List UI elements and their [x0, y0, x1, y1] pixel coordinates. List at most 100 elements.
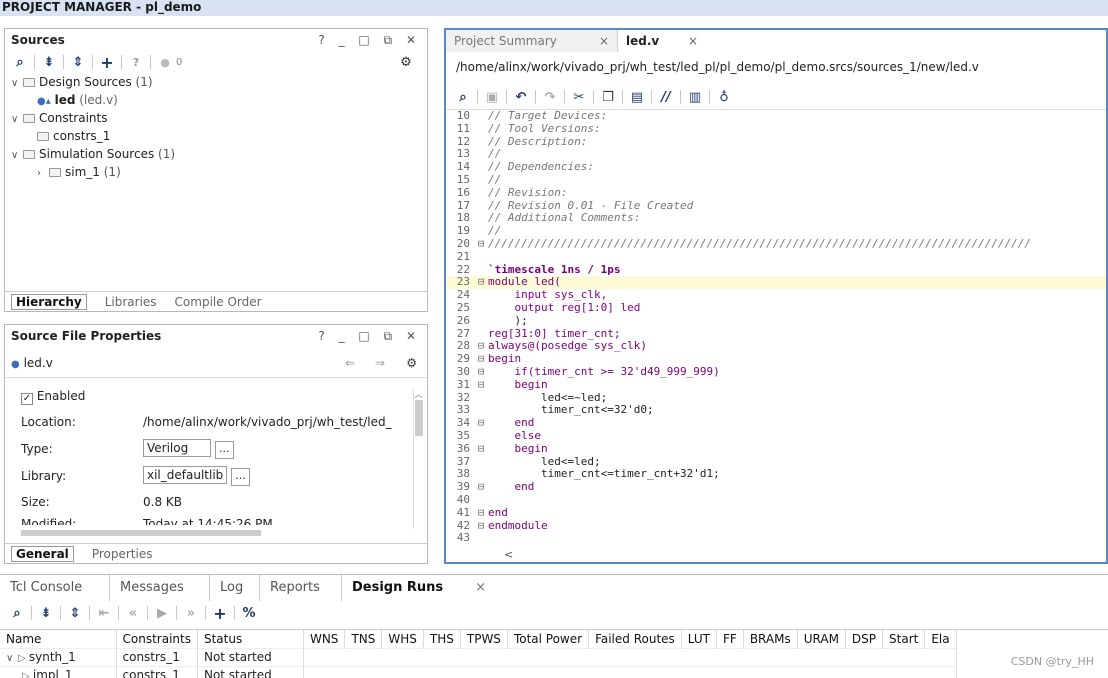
table-row[interactable]: ▷ impl_1 constrs_1 Not started — [0, 665, 957, 678]
close-icon[interactable]: × — [688, 30, 698, 52]
add-icon[interactable]: + — [209, 603, 231, 623]
chevron-down-icon[interactable]: ∨ — [11, 147, 23, 165]
code-line[interactable]: 18// Additional Comments: — [446, 211, 1106, 225]
run-name-cell[interactable]: ▷ impl_1 — [0, 665, 117, 678]
hscroll-thumb[interactable] — [21, 530, 261, 536]
code-line[interactable]: 39 ⊟ end — [446, 480, 1106, 494]
enabled-checkbox[interactable]: ✓ — [21, 393, 33, 405]
column-header[interactable]: Failed Routes — [588, 630, 682, 648]
columns-icon[interactable]: ▥ — [684, 87, 706, 107]
column-header[interactable]: WNS — [303, 630, 346, 648]
column-header[interactable]: TPWS — [460, 630, 508, 648]
expand-all-icon[interactable]: ⇕ — [64, 603, 86, 623]
tab-compile-order[interactable]: Compile Order — [175, 295, 262, 309]
redo-icon[interactable]: ↷ — [539, 87, 561, 107]
paste-icon[interactable]: ▤ — [626, 87, 648, 107]
tab-project-summary[interactable]: Project Summary × — [446, 30, 618, 52]
tab-messages[interactable]: Messages — [112, 575, 210, 601]
close-icon[interactable]: × — [599, 30, 609, 52]
tab-design-runs[interactable]: Design Runs × — [344, 575, 494, 601]
tree-item-sim-1[interactable]: › sim_1 (1) — [11, 163, 427, 181]
collapse-all-icon[interactable]: ⇟ — [38, 52, 60, 72]
column-header[interactable]: Start — [882, 630, 926, 648]
fold-icon[interactable]: ⊟ — [474, 506, 488, 520]
cut-icon[interactable]: ✂ — [568, 87, 590, 107]
column-header[interactable]: Total Power — [507, 630, 590, 648]
search-icon[interactable]: ⌕ — [6, 603, 28, 623]
undo-icon[interactable]: ↶ — [510, 87, 532, 107]
sfp-horizontal-scrollbar[interactable] — [11, 529, 413, 537]
tab-reports[interactable]: Reports — [262, 575, 342, 601]
tree-item-led[interactable]: ●▴ led (led.v) — [11, 91, 427, 109]
type-value[interactable]: Verilog — [143, 439, 211, 457]
save-icon[interactable]: ▣ — [481, 87, 503, 107]
code-line[interactable]: 12// Description: — [446, 135, 1106, 149]
help-icon[interactable]: ? — [125, 52, 147, 72]
tree-item-constraints[interactable]: ∨ Constraints — [11, 109, 427, 127]
column-header[interactable]: LUT — [681, 630, 718, 648]
previous-icon[interactable]: « — [122, 603, 144, 623]
code-line[interactable]: 34 ⊟ end — [446, 416, 1106, 430]
tree-item-simulation-sources[interactable]: ∨ Simulation Sources (1) — [11, 145, 427, 163]
column-header[interactable]: Status — [197, 630, 304, 648]
code-area[interactable]: 10// Target Devices: 11// Tool Versions: 1… — [446, 110, 1106, 550]
code-line[interactable]: 28 ⊟ always@(posedge sys_clk) — [446, 339, 1106, 353]
back-arrow-icon[interactable]: ⇐ — [345, 353, 355, 373]
gear-icon[interactable]: ⚙ — [406, 353, 417, 373]
first-icon[interactable]: ⇤ — [93, 603, 115, 623]
close-icon[interactable]: × — [475, 575, 486, 601]
fold-icon[interactable]: ⊟ — [474, 416, 488, 430]
column-header[interactable]: TNS — [344, 630, 383, 648]
code-line[interactable]: 33 timer_cnt<=32'd0; — [446, 403, 1106, 417]
fold-icon[interactable]: ⊟ — [474, 442, 488, 456]
sfp-window-controls[interactable]: ? _ □ ⧉ ✕ — [318, 325, 421, 347]
tree-item-constrs-1[interactable]: constrs_1 — [11, 127, 427, 145]
column-header[interactable]: WHS — [381, 630, 424, 648]
comment-icon[interactable]: // — [655, 87, 677, 107]
library-value[interactable]: xil_defaultlib — [143, 466, 228, 484]
percent-icon[interactable]: % — [238, 603, 260, 623]
play-icon[interactable]: ▶ — [151, 603, 173, 623]
lightbulb-icon[interactable]: ♁ — [713, 87, 735, 107]
editor-hscroll-hint[interactable]: < — [504, 548, 513, 561]
type-browse-button[interactable]: ... — [215, 441, 234, 459]
tab-hierarchy[interactable]: Hierarchy — [11, 293, 87, 310]
table-row[interactable]: ∨ ▷ synth_1 constrs_1 Not started — [0, 647, 957, 666]
enabled-checkbox-row[interactable]: ✓ Enabled — [21, 389, 85, 405]
chevron-down-icon[interactable]: ∨ — [11, 75, 23, 93]
tree-item-design-sources[interactable]: ∨ Design Sources (1) — [11, 73, 427, 91]
gear-icon[interactable]: ⚙ — [395, 52, 417, 72]
run-name-cell[interactable]: ∨ ▷ synth_1 — [0, 647, 117, 666]
forward-arrow-icon[interactable]: ⇒ — [375, 353, 385, 373]
search-icon[interactable]: ⌕ — [452, 87, 474, 107]
tab-led-v[interactable]: led.v × — [618, 30, 706, 52]
column-header[interactable]: FF — [716, 630, 744, 648]
column-header[interactable]: BRAMs — [743, 630, 798, 648]
scroll-up-icon[interactable]: ︿ — [414, 389, 423, 400]
collapse-all-icon[interactable]: ⇟ — [35, 603, 57, 623]
fold-icon[interactable]: ⊟ — [474, 237, 488, 251]
tab-properties[interactable]: Properties — [92, 547, 153, 561]
code-line[interactable]: 38 timer_cnt<=timer_cnt+32'd1; — [446, 467, 1106, 481]
fold-icon[interactable]: ⊟ — [474, 365, 488, 379]
next-icon[interactable]: » — [180, 603, 202, 623]
code-line[interactable]: 43 — [446, 531, 1106, 545]
column-header[interactable]: Ela — [924, 630, 957, 648]
fold-icon[interactable]: ⊟ — [474, 480, 488, 494]
column-header[interactable]: DSP — [845, 630, 884, 648]
sources-window-controls[interactable]: ? _ □ ⧉ ✕ — [318, 29, 421, 51]
chevron-right-icon[interactable]: › — [37, 165, 49, 183]
code-line[interactable]: 42 ⊟ endmodule — [446, 519, 1106, 533]
expand-all-icon[interactable]: ⇕ — [67, 52, 89, 72]
sfp-vertical-scrollbar[interactable]: ︿ — [413, 389, 423, 529]
library-browse-button[interactable]: ... — [231, 468, 250, 486]
tab-general[interactable]: General — [11, 545, 74, 562]
code-line[interactable]: 40 — [446, 493, 1106, 507]
tab-log[interactable]: Log — [212, 575, 260, 601]
add-icon[interactable]: + — [96, 52, 118, 72]
chevron-down-icon[interactable]: ∨ — [6, 653, 18, 664]
fold-icon[interactable]: ⊟ — [474, 378, 488, 392]
search-icon[interactable]: ⌕ — [9, 52, 31, 72]
fold-icon[interactable]: ⊟ — [474, 276, 488, 289]
column-header[interactable]: THS — [423, 630, 461, 648]
